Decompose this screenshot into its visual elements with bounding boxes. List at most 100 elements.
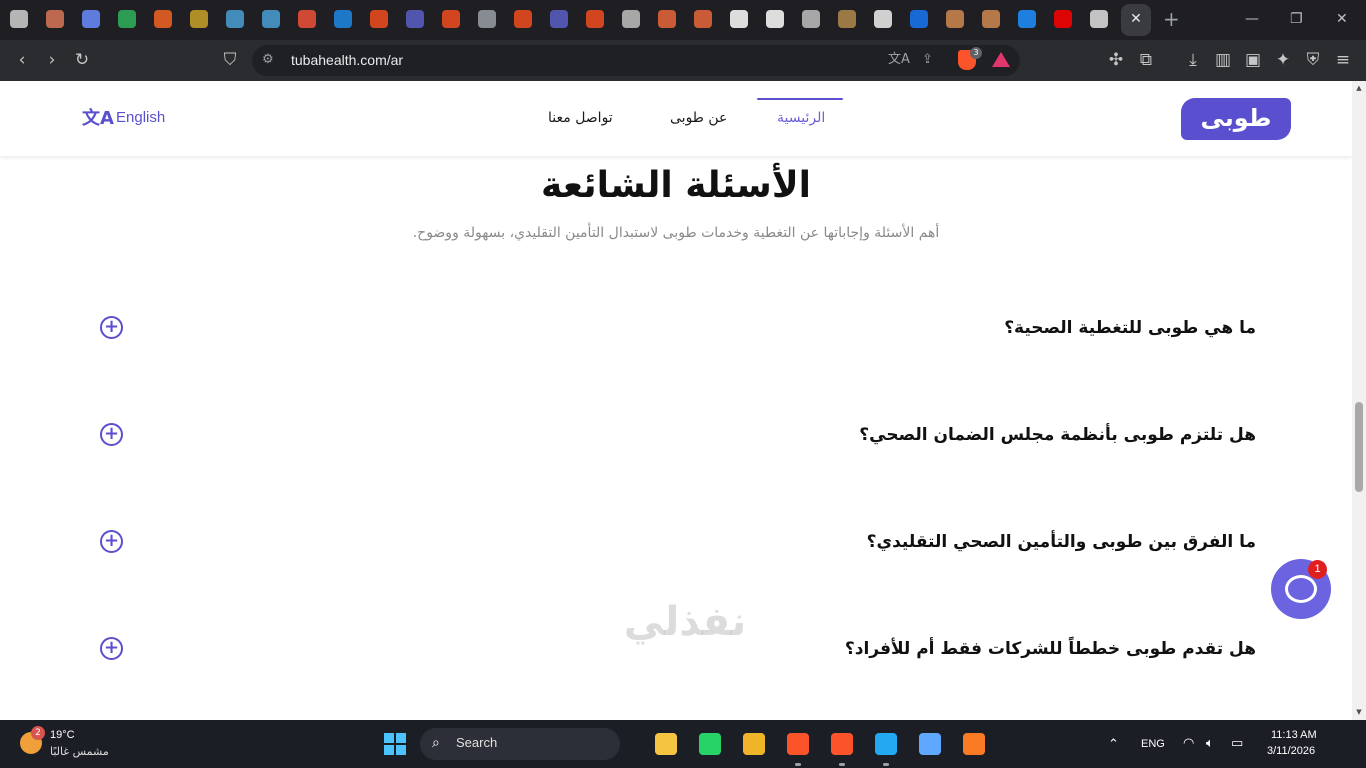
cookie-icon[interactable] — [982, 10, 1000, 28]
minimize-button[interactable]: — — [1245, 8, 1259, 30]
chatgpt-icon[interactable] — [10, 10, 28, 28]
expand-plus-icon[interactable]: + — [100, 423, 123, 446]
tab-app-icon[interactable] — [334, 10, 352, 28]
forward-icon[interactable]: › — [41, 50, 63, 70]
weather-badge: 2 — [31, 726, 45, 740]
nav-about-link[interactable]: عن طوبى — [670, 110, 727, 126]
weather-desc[interactable]: مشمس غالبًا — [50, 745, 109, 758]
taskbar-search[interactable] — [420, 728, 620, 760]
xampp-icon[interactable] — [963, 733, 985, 755]
shields-count-badge: 3 — [970, 47, 982, 59]
faq-item[interactable]: ما الفرق بين طوبى والتأمين الصحي التقليد… — [96, 522, 1256, 562]
url-text[interactable]: tubahealth.com/ar — [291, 51, 403, 69]
scrollbar-thumb[interactable] — [1355, 402, 1363, 492]
brave-rewards-icon[interactable] — [992, 52, 1010, 67]
figma-icon[interactable] — [586, 10, 604, 28]
menu-icon[interactable]: ≡ — [1332, 50, 1354, 70]
figma-icon[interactable] — [370, 10, 388, 28]
expand-plus-icon[interactable]: + — [100, 530, 123, 553]
folder-icon[interactable] — [743, 733, 765, 755]
shield-crest-icon[interactable] — [190, 10, 208, 28]
tab-e-icon[interactable] — [766, 10, 784, 28]
tab-app-icon[interactable] — [478, 10, 496, 28]
swift-icon[interactable] — [298, 10, 316, 28]
language-switch[interactable]: English — [116, 109, 165, 127]
faq-question[interactable]: هل تقدم طوبى خططاً للشركات فقط أم للأفرا… — [845, 637, 1256, 661]
faq-question[interactable]: هل تلتزم طوبى بأنظمة مجلس الضمان الصحي؟ — [859, 423, 1256, 447]
youtube-icon[interactable] — [1054, 10, 1072, 28]
clock-time[interactable]: 11:13 AM — [1271, 729, 1317, 741]
site-info-icon[interactable]: ⚙ — [262, 52, 274, 68]
leo-ai-icon[interactable]: ✦ — [1272, 50, 1294, 70]
volume-icon[interactable]: 🔈︎ — [1206, 736, 1214, 751]
expand-plus-icon[interactable]: + — [100, 316, 123, 339]
bookmark-icon[interactable]: ⛉ — [219, 50, 241, 70]
arc-icon[interactable] — [919, 733, 941, 755]
share-icon[interactable]: ⇪ — [922, 52, 933, 68]
code-icon[interactable] — [1090, 10, 1108, 28]
tab-app-icon[interactable] — [550, 10, 568, 28]
screenshot-icon[interactable]: ⧉ — [1135, 50, 1157, 70]
wifi-icon[interactable]: ◠ — [1183, 736, 1194, 751]
faq-item[interactable]: ما هي طوبى للتغطية الصحية؟ + — [96, 308, 1256, 348]
wallet-icon[interactable]: ▣ — [1242, 50, 1264, 70]
new-tab-button[interactable]: + — [1163, 8, 1180, 30]
faq-question[interactable]: ما هي طوبى للتغطية الصحية؟ — [1004, 316, 1256, 340]
globe-icon[interactable] — [622, 10, 640, 28]
sidebar-icon[interactable]: ▥ — [1212, 50, 1234, 70]
faq-title: الأسئلة الشائعة — [541, 165, 811, 206]
claude-icon[interactable] — [46, 10, 64, 28]
tab-55-icon[interactable] — [118, 10, 136, 28]
faq-subtitle: أهم الأسئلة وإجاباتها عن التغطية وخدمات … — [412, 225, 940, 241]
weather-temp[interactable]: 19°C — [50, 729, 75, 741]
back-icon[interactable]: ‹ — [11, 50, 33, 70]
faq-item[interactable]: هل تلتزم طوبى بأنظمة مجلس الضمان الصحي؟ … — [96, 415, 1256, 455]
running-indicator — [795, 763, 801, 766]
fox-icon[interactable] — [658, 10, 676, 28]
brave-icon[interactable] — [787, 733, 809, 755]
vpn-icon[interactable]: ⛨ — [1302, 50, 1324, 70]
search-label[interactable]: Search — [456, 735, 497, 750]
faq-question[interactable]: ما الفرق بين طوبى والتأمين الصحي التقليد… — [867, 530, 1256, 554]
scroll-up-icon[interactable]: ▲ — [1355, 84, 1363, 92]
input-language[interactable]: ENG — [1141, 738, 1165, 750]
extensions-icon[interactable]: ✣ — [1105, 50, 1127, 70]
scroll-down-icon[interactable]: ▼ — [1355, 708, 1363, 716]
figma-icon[interactable] — [442, 10, 460, 28]
nav-contact-link[interactable]: تواصل معنا — [548, 110, 613, 126]
page-scrollbar[interactable] — [1352, 81, 1366, 720]
clock-date[interactable]: 3/11/2026 — [1267, 745, 1315, 757]
fox-icon[interactable] — [694, 10, 712, 28]
cookie-icon[interactable] — [946, 10, 964, 28]
crest-icon[interactable] — [838, 10, 856, 28]
translate-icon[interactable]: 文A — [82, 109, 114, 129]
browser-tab-strip: ✕ + — ❐ ✕ — [0, 0, 1366, 40]
facebook-icon[interactable] — [910, 10, 928, 28]
tab-e-icon[interactable] — [730, 10, 748, 28]
start-button[interactable] — [384, 733, 406, 755]
tab-app-icon[interactable] — [262, 10, 280, 28]
tab-app-icon[interactable] — [1018, 10, 1036, 28]
tab-app-icon[interactable] — [226, 10, 244, 28]
maximize-button[interactable]: ❐ — [1290, 8, 1303, 30]
tray-overflow-icon[interactable]: ⌃ — [1108, 736, 1119, 752]
expand-plus-icon[interactable]: + — [100, 637, 123, 660]
nav-home-link[interactable]: الرئيسية — [777, 110, 825, 126]
translate-page-icon[interactable]: 文A — [888, 52, 910, 68]
tab-e-icon[interactable] — [802, 10, 820, 28]
tab-app-icon[interactable] — [406, 10, 424, 28]
whatsapp-icon[interactable] — [699, 733, 721, 755]
download-icon[interactable]: ⤓ — [1182, 50, 1204, 70]
reload-icon[interactable]: ↻ — [71, 50, 93, 70]
github-icon[interactable] — [874, 10, 892, 28]
gemini-icon[interactable] — [82, 10, 100, 28]
figma-icon[interactable] — [514, 10, 532, 28]
site-logo[interactable]: طوبى — [1181, 98, 1291, 140]
link-icon[interactable] — [154, 10, 172, 28]
brave-icon[interactable] — [831, 733, 853, 755]
close-window-button[interactable]: ✕ — [1336, 8, 1348, 30]
vscode-icon[interactable] — [875, 733, 897, 755]
battery-icon[interactable]: ▭ — [1231, 736, 1243, 751]
tab-close-button[interactable]: ✕ — [1128, 10, 1144, 28]
file-explorer-icon[interactable] — [655, 733, 677, 755]
